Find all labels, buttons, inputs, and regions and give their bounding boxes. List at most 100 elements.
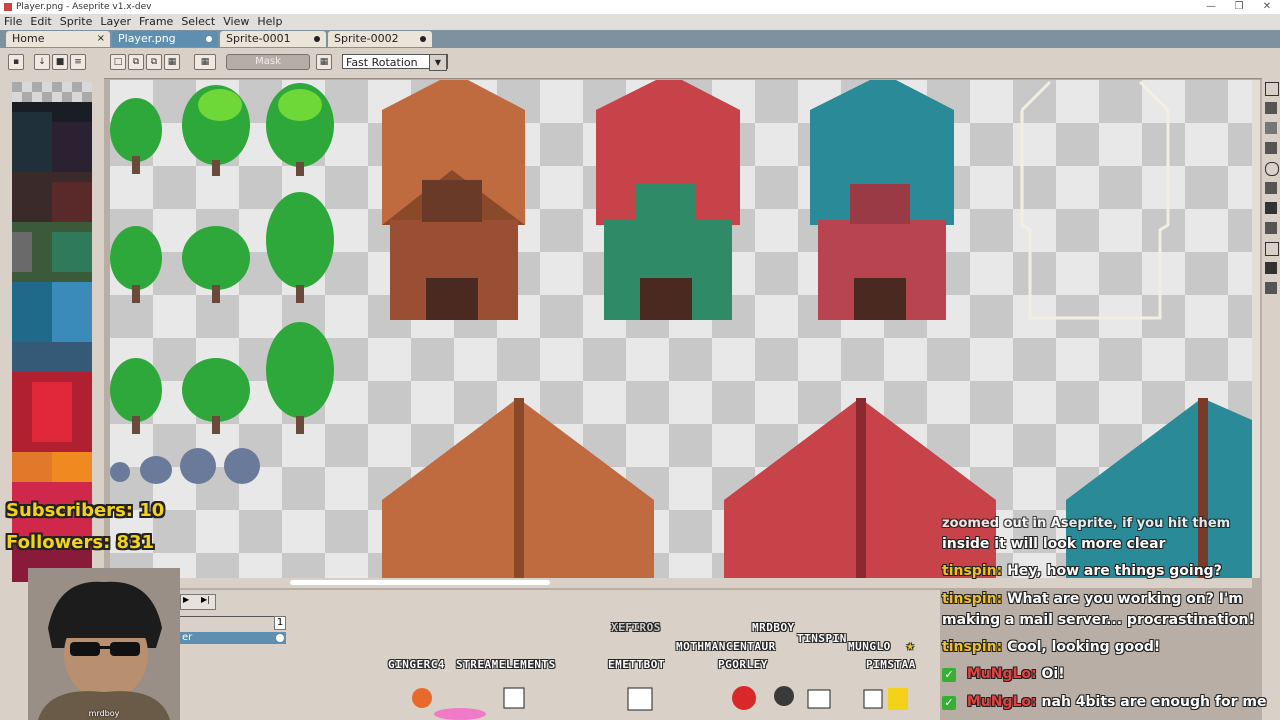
next-frame-icon[interactable]: ▶| [201,595,210,604]
chat-text: Hey, how are things going? [1007,563,1222,579]
rectangular-marquee-icon[interactable] [1265,82,1279,96]
viewer-name: MRDBOY [752,621,795,634]
minimize-button[interactable]: — [1196,0,1226,14]
menu-view[interactable]: View [219,14,253,28]
aseprite-app-icon [4,3,12,11]
download-icon[interactable]: ↓ [34,54,50,70]
pivot-icon[interactable]: ▦ [194,54,216,70]
cel-dot-icon[interactable] [276,634,284,642]
tab-label: Sprite-0002 [334,32,399,45]
rotation-algorithm-select[interactable]: Fast Rotation ▼ [342,54,448,71]
pencil-icon[interactable] [1265,102,1277,114]
vertical-scrollbar[interactable] [1252,80,1260,578]
menu-select[interactable]: Select [177,14,219,28]
viewer-name: EMETTBOT [608,658,665,671]
eyedropper-icon[interactable] [1265,142,1277,154]
chat-text: Oi! [1041,666,1065,682]
tab-sprite-0001[interactable]: Sprite-0001 [220,31,326,47]
selection-subtract-icon[interactable]: ⧉ [146,54,162,70]
close-window-button[interactable]: ✕ [1252,0,1280,14]
chat-message: tinspin: Cool, looking good! [942,639,1160,655]
viewer-name: STREAMELEMENTS [456,658,556,671]
tab-close-icon[interactable]: × [97,31,105,47]
paint-bucket-icon[interactable] [1265,202,1277,214]
color-palette[interactable] [12,82,92,642]
divider [180,616,286,617]
tab-modified-dot-icon[interactable] [206,36,212,42]
horizontal-scrollbar[interactable] [110,578,1252,588]
chat-text: making a mail server... procrastination! [942,612,1255,628]
title-bar: Player.png - Aseprite v1.x-dev — ❐ ✕ [0,0,1280,14]
layer-name: er [182,632,193,643]
tab-modified-dot-icon[interactable] [420,36,426,42]
chat-message: ✓ MuNgLo: nah 4bits are enough for me [942,694,1266,710]
transparent-color-mask-button[interactable]: Mask [226,54,310,70]
viewer-name: XEFIROS [611,621,661,634]
document-tab-bar: Home × Player.png Sprite-0001 Sprite-000… [0,30,1280,48]
chevron-down-icon[interactable]: ▼ [429,54,447,71]
viewer-name: MUNGLO [848,640,891,653]
blur-icon[interactable] [1265,282,1277,294]
menu-file[interactable]: File [0,14,26,28]
menu-frame[interactable]: Frame [135,14,177,28]
frame-number[interactable]: 1 [274,616,286,630]
sprite-canvas[interactable] [110,80,1252,578]
viewer-name: GINGERC4 [388,658,445,671]
webcam-name-label: mrdboy [88,709,120,718]
menu-lines-icon[interactable]: ≡ [70,54,86,70]
viewer-name: PGORLEY [718,658,768,671]
chat-username: tinspin: [942,563,1003,579]
chat-text: nah 4bits are enough for me [1041,694,1267,710]
viewer-name: PIMSTAA [866,658,916,671]
verified-check-icon: ✓ [942,696,956,710]
chat-message: ✓ MuNgLo: Oi! [942,666,1065,682]
house-sprite-teal [810,80,954,320]
subscribers-counter: Subscribers: 10 [6,500,165,521]
selection-replace-icon[interactable]: □ [110,54,126,70]
tab-label: Player.png [118,32,176,45]
line-icon[interactable] [1265,222,1277,234]
tab-player-png[interactable]: Player.png [112,31,218,47]
tab-modified-dot-icon[interactable] [314,36,320,42]
house-outline-sprite [1020,80,1170,320]
tool-bar [1262,78,1280,720]
menu-edit[interactable]: Edit [26,14,55,28]
viewer-avatars [412,686,908,720]
stop-icon[interactable]: ■ [52,54,68,70]
zoom-icon[interactable] [1265,162,1279,176]
menu-layer[interactable]: Layer [96,14,135,28]
selection-add-icon[interactable]: ⧉ [128,54,144,70]
chat-username: tinspin: [942,639,1003,655]
restore-button[interactable]: ❐ [1224,0,1254,14]
chat-message: making a mail server... procrastination! [942,612,1255,628]
tab-home[interactable]: Home × [6,31,110,47]
chat-text: Cool, looking good! [1007,639,1161,655]
contour-icon[interactable] [1265,262,1277,274]
menu-help[interactable]: Help [253,14,286,28]
eraser-icon[interactable] [1265,122,1277,134]
move-icon[interactable] [1265,182,1277,194]
lock-icon[interactable]: ▪ [8,54,24,70]
house-sprite-brown [382,80,525,320]
menu-sprite[interactable]: Sprite [56,14,97,28]
rotation-value: Fast Rotation [346,56,418,69]
verified-check-icon: ✓ [942,668,956,682]
play-icon[interactable]: ▶ [183,595,189,604]
selection-intersect-icon[interactable]: ▦ [164,54,180,70]
house-sprite-green [596,80,740,320]
timeline-play-controls[interactable]: ▶ ▶| [180,594,216,610]
chat-message: tinspin: What are you working on? I'm [942,591,1243,607]
tab-sprite-0002[interactable]: Sprite-0002 [328,31,432,47]
sprite-artwork [110,80,1252,578]
layer-row[interactable]: er [180,632,286,644]
webcam-avatar: mrdboy [28,568,180,720]
grid-icon[interactable]: ▦ [316,54,332,70]
big-roof-brown [382,398,654,578]
tree-sprites [110,83,334,434]
chat-username: MuNgLo: [966,694,1037,710]
scroll-thumb[interactable] [290,580,550,585]
chat-username: MuNgLo: [966,666,1037,682]
followers-counter: Followers: 831 [6,532,155,553]
rectangle-icon[interactable] [1265,242,1279,256]
chat-partial-line: zoomed out in Aseprite, if you hit them [942,516,1231,531]
